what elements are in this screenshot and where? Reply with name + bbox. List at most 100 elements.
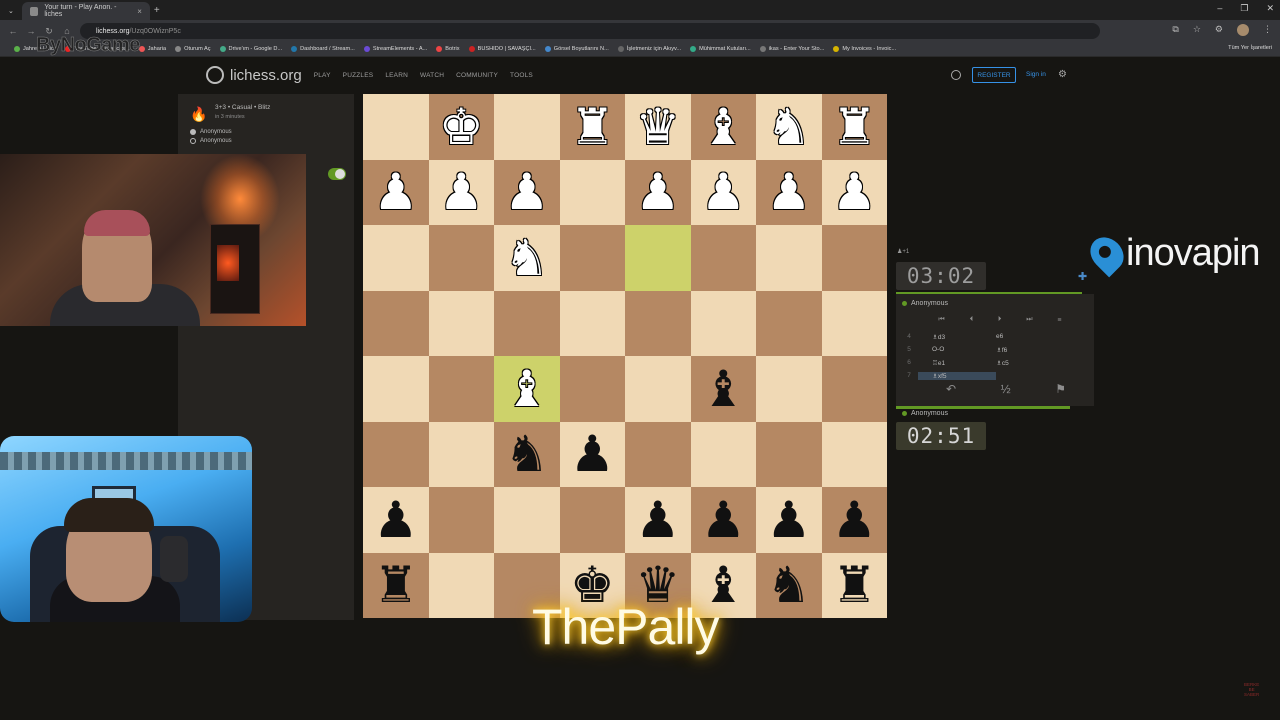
board-square[interactable]: ♟ [559,421,625,487]
board-square[interactable]: ♟ [821,159,887,225]
board-square[interactable]: ♜ [559,94,625,160]
player-name[interactable]: Anonymous [896,404,1094,422]
board-square[interactable] [756,225,822,291]
all-bookmarks[interactable]: Tüm Yer İşaretleri [1228,45,1272,51]
black-pawn-piece[interactable]: ♟ [373,495,418,545]
white-pawn-piece[interactable]: ♟ [373,167,418,217]
offer-draw-icon[interactable]: ½ [1001,382,1011,396]
menu-icon[interactable]: ⋮ [1263,24,1272,38]
board-square[interactable] [428,552,494,618]
prev-move-icon[interactable]: ⏴ [970,316,974,324]
profile-icon[interactable] [1237,24,1249,38]
white-move[interactable]: ♖e1 [918,359,996,367]
board-square[interactable] [625,225,691,291]
tab-overview-icon[interactable]: ⌄ [0,2,22,20]
black-move[interactable]: ♗f6 [996,346,1076,354]
bookmark-item[interactable]: Botrix [436,46,460,52]
board-square[interactable] [756,290,822,356]
white-pawn-piece[interactable]: ♟ [832,167,877,217]
board-square[interactable]: ♟ [428,159,494,225]
white-bishop-piece[interactable]: ♝ [504,364,549,414]
last-move-icon[interactable]: ⏭ [1026,316,1032,324]
register-button[interactable]: REGISTER [972,67,1016,83]
white-rook-piece[interactable]: ♜ [832,102,877,152]
nav-puzzles[interactable]: PUZZLES [343,72,374,79]
bookmark-item[interactable]: Dashboard / Stream... [291,46,355,52]
board-square[interactable] [428,356,494,422]
board-square[interactable]: ♜ [821,552,887,618]
board-square[interactable] [428,487,494,553]
board-square[interactable] [625,421,691,487]
bookmark-star-icon[interactable]: ☆ [1193,24,1201,38]
white-player[interactable]: Anonymous [190,129,232,135]
board-square[interactable]: ♛ [625,94,691,160]
white-pawn-piece[interactable]: ♟ [439,167,484,217]
white-move[interactable]: O-O [918,346,996,353]
board-square[interactable]: ♞ [756,94,822,160]
board-square[interactable] [756,421,822,487]
board-square[interactable]: ♝ [690,356,756,422]
board-square[interactable]: ♟ [363,159,429,225]
nav-play[interactable]: PLAY [314,72,331,79]
white-pawn-piece[interactable]: ♟ [504,167,549,217]
white-pawn-piece[interactable]: ♟ [635,167,680,217]
board-square[interactable]: ♟ [690,159,756,225]
white-knight-piece[interactable]: ♞ [504,233,549,283]
nav-tools[interactable]: TOOLS [510,72,533,79]
board-square[interactable] [690,225,756,291]
board-square[interactable] [494,94,560,160]
forward-icon[interactable]: → [26,26,36,36]
bookmark-item[interactable]: My Invoices - Invoic... [833,46,896,52]
board-square[interactable]: ♜ [363,552,429,618]
white-rook-piece[interactable]: ♜ [570,102,615,152]
lichess-logo-icon[interactable] [206,66,224,84]
nav-watch[interactable]: WATCH [420,72,444,79]
board-square[interactable]: ♟ [756,159,822,225]
board-square[interactable] [821,290,887,356]
first-move-icon[interactable]: ⏮ [938,316,944,324]
board-square[interactable] [690,290,756,356]
browser-tab[interactable]: Your turn - Play Anon. - liches × [21,2,150,20]
minimize-icon[interactable]: – [1217,3,1222,14]
white-bishop-piece[interactable]: ♝ [701,102,746,152]
board-square[interactable] [756,356,822,422]
bookmark-item[interactable]: İşletmeniz için Akıyv... [617,46,681,52]
back-icon[interactable]: ← [8,26,18,36]
search-icon[interactable] [951,70,961,80]
board-square[interactable]: ♞ [494,421,560,487]
address-bar[interactable]: lichess.org/Uzq0OWiznP5c [80,23,1100,39]
board-square[interactable]: ♜ [821,94,887,160]
black-bishop-piece[interactable]: ♝ [701,364,746,414]
sign-in-link[interactable]: Sign in [1026,71,1046,78]
black-pawn-piece[interactable]: ♟ [570,429,615,479]
white-pawn-piece[interactable]: ♟ [766,167,811,217]
board-square[interactable]: ♟ [494,159,560,225]
bookmark-item[interactable]: Mühimmat Kutuları... [690,46,751,52]
board-square[interactable] [559,487,625,553]
white-move[interactable]: ♗d3 [918,333,996,341]
board-square[interactable] [690,421,756,487]
board-square[interactable]: ♞ [756,552,822,618]
site-brand[interactable]: lichess.org [230,67,302,84]
bookmark-item[interactable]: Jaharia [138,46,166,52]
board-square[interactable] [363,94,429,160]
black-pawn-piece[interactable]: ♟ [635,495,680,545]
board-square[interactable] [428,225,494,291]
board-square[interactable] [363,421,429,487]
white-move[interactable]: ♗xf5 [918,371,996,380]
board-square[interactable]: ♟ [690,487,756,553]
bookmark-item[interactable]: Oturum Aç [175,46,211,52]
extension-icon[interactable]: ⚙ [1215,24,1223,38]
bookmark-item[interactable]: ikas - Enter Your Sto... [759,46,824,52]
board-square[interactable]: ♚ [428,94,494,160]
board-square[interactable] [428,421,494,487]
gear-icon[interactable]: ⚙ [1058,69,1067,80]
bookmark-item[interactable]: StreamElements - A... [363,46,427,52]
black-player[interactable]: Anonymous [190,138,232,144]
board-square[interactable] [559,290,625,356]
board-square[interactable]: ♟ [625,487,691,553]
opponent-name[interactable]: Anonymous [896,294,1094,312]
black-rook-piece[interactable]: ♜ [373,560,418,610]
board-square[interactable] [363,290,429,356]
sound-toggle[interactable] [328,168,346,180]
